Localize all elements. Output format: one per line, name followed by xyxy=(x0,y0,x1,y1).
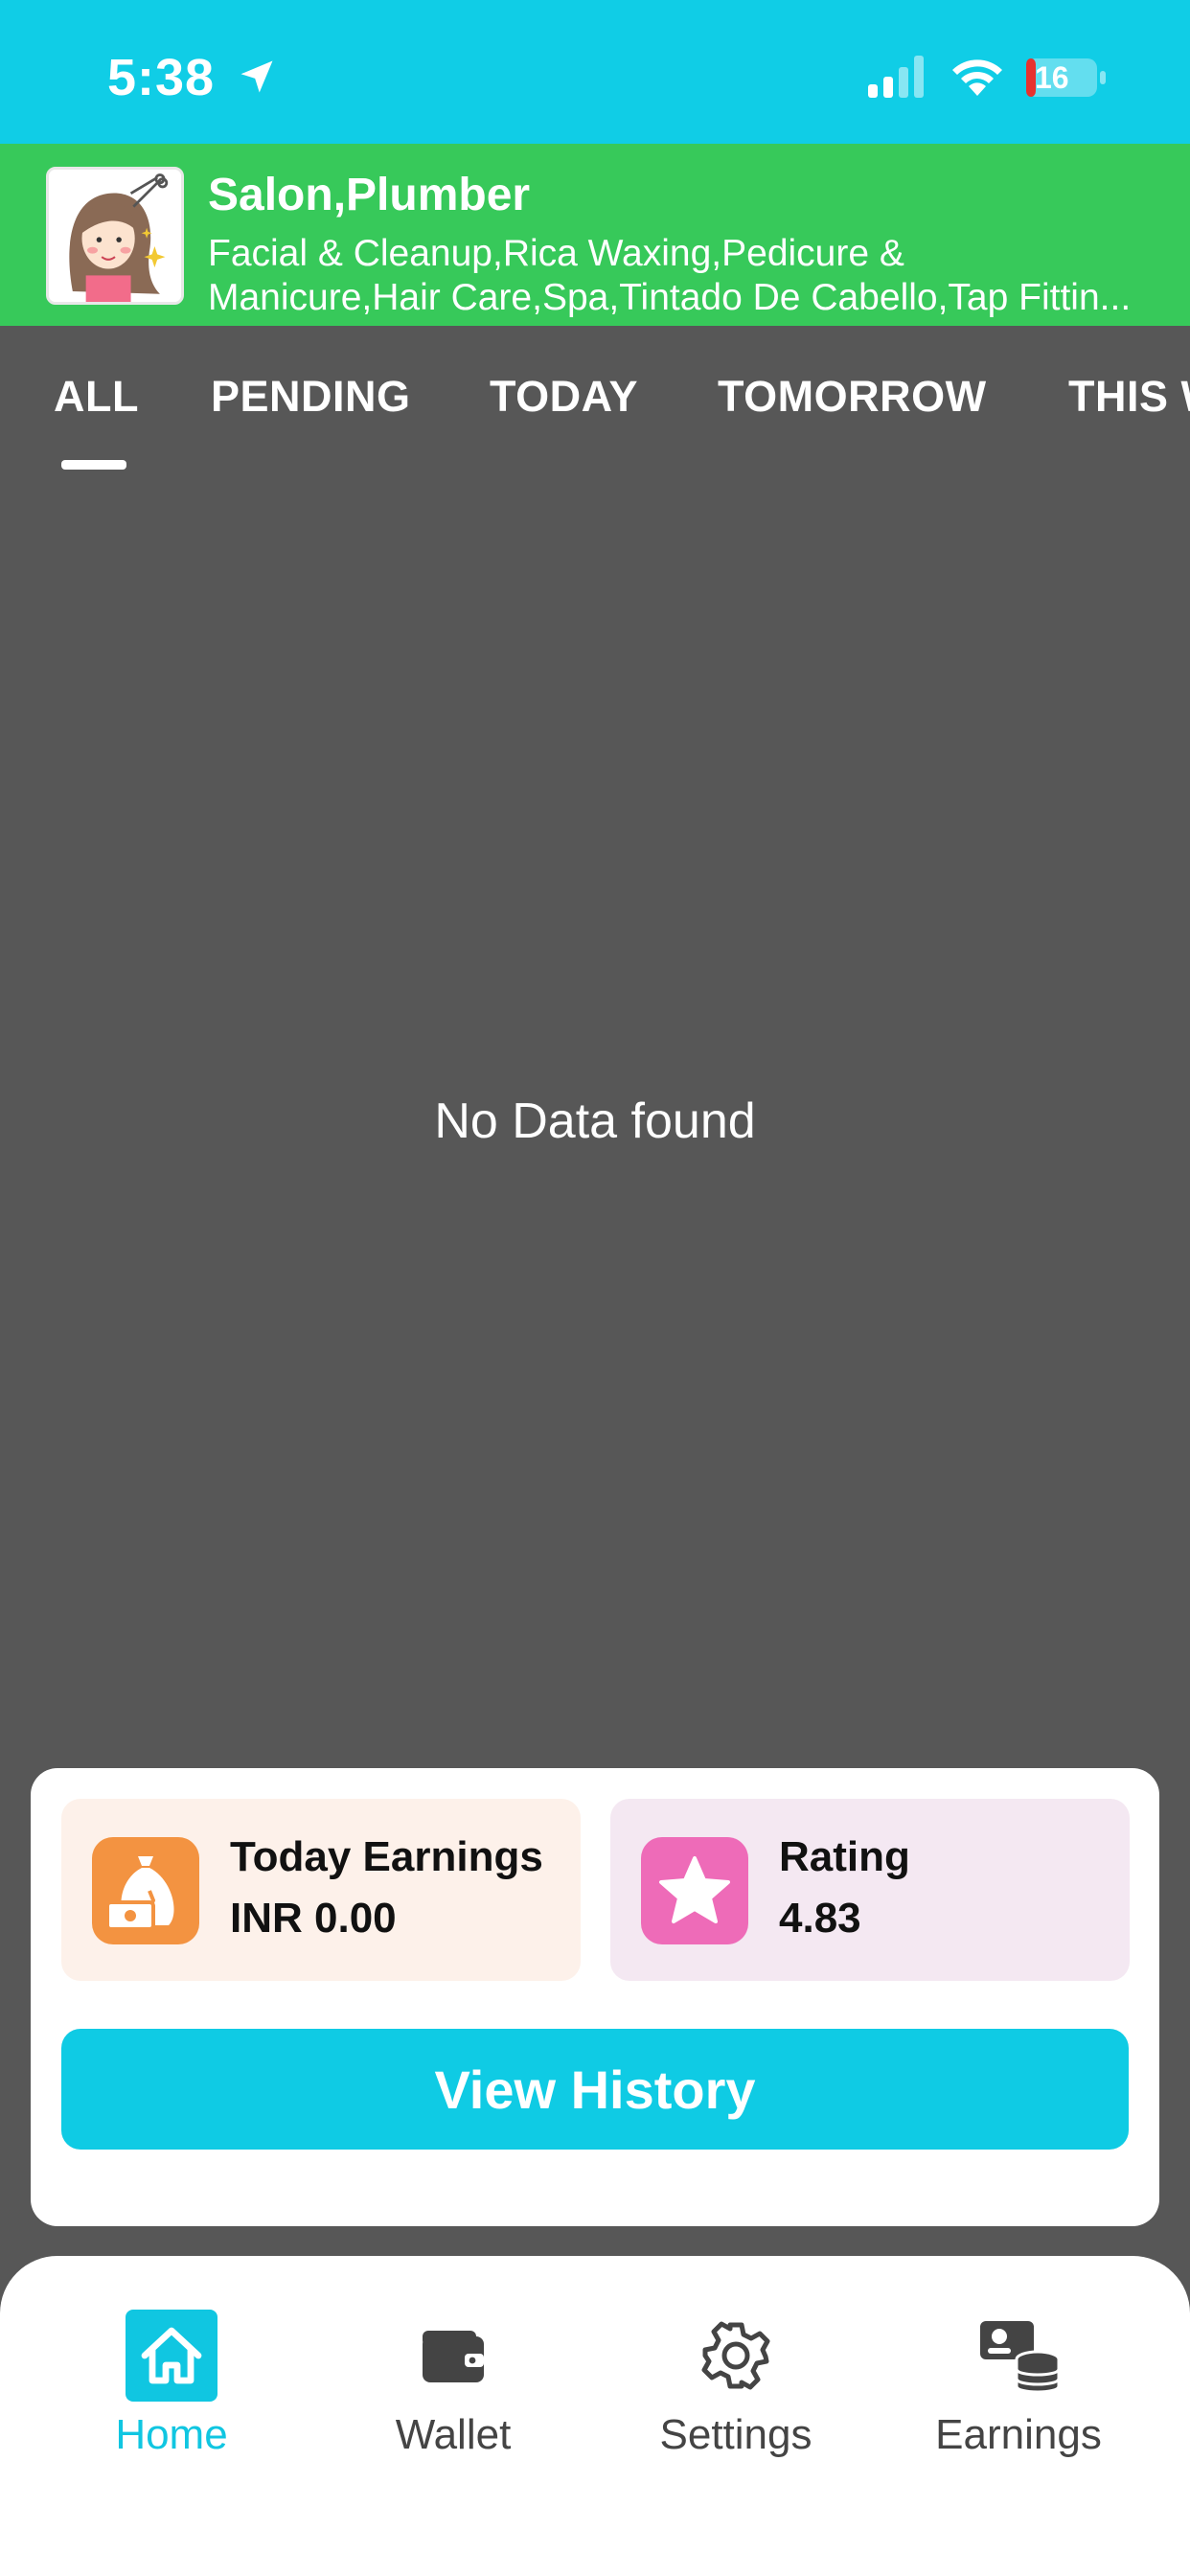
tab-pending[interactable]: PENDING xyxy=(211,372,411,422)
empty-state-message: No Data found xyxy=(434,1093,756,1149)
summary-card: Today Earnings INR 0.00 Rating 4.83 View… xyxy=(31,1768,1159,2226)
bottom-nav: Home Wallet Settings Earnings xyxy=(0,2256,1190,2576)
money-bag-icon xyxy=(92,1837,199,1944)
gear-icon xyxy=(701,2321,770,2390)
tab-all[interactable]: ALL xyxy=(54,372,139,422)
nav-earnings-label: Earnings xyxy=(935,2411,1102,2458)
tab-today[interactable]: TODAY xyxy=(490,372,638,422)
wifi-icon xyxy=(952,59,1002,96)
nav-earnings[interactable]: Earnings xyxy=(899,2310,1138,2459)
header-subtitle-line1: Facial & Cleanup,Rica Waxing,Pedicure & xyxy=(208,233,904,274)
filter-tabs: ALL PENDING TODAY TOMORROW THIS W xyxy=(0,326,1190,479)
star-icon xyxy=(641,1837,748,1944)
status-time: 5:38 xyxy=(107,49,216,106)
salon-avatar-icon xyxy=(49,170,181,302)
today-earnings-value: INR 0.00 xyxy=(230,1895,397,1942)
header-subtitle-line2: Manicure,Hair Care,Spa,Tintado De Cabell… xyxy=(208,277,1132,318)
today-earnings-label: Today Earnings xyxy=(230,1833,543,1880)
active-tab-indicator xyxy=(61,460,126,470)
rating-label: Rating xyxy=(779,1833,910,1880)
avatar[interactable] xyxy=(46,167,184,305)
location-arrow-icon xyxy=(240,60,273,93)
view-history-button[interactable]: View History xyxy=(61,2029,1129,2150)
wallet-icon xyxy=(423,2331,484,2382)
nav-wallet[interactable]: Wallet xyxy=(333,2310,573,2459)
nav-home[interactable]: Home xyxy=(52,2310,291,2459)
earnings-icon xyxy=(980,2321,1061,2394)
status-bar: 5:38 16 xyxy=(0,0,1190,144)
nav-settings[interactable]: Settings xyxy=(616,2310,856,2459)
header-title: Salon,Plumber xyxy=(208,170,531,220)
home-icon xyxy=(126,2310,217,2402)
header-subtitle: Facial & Cleanup,Rica Waxing,Pedicure & … xyxy=(208,232,1176,320)
tab-tomorrow[interactable]: TOMORROW xyxy=(718,372,987,422)
rating-value: 4.83 xyxy=(779,1895,861,1942)
nav-settings-label: Settings xyxy=(659,2411,812,2458)
cellular-signal-icon xyxy=(868,56,924,98)
rating-box[interactable]: Rating 4.83 xyxy=(610,1799,1130,1981)
battery-level: 16 xyxy=(1035,60,1069,95)
nav-home-label: Home xyxy=(115,2411,228,2458)
tab-this-week[interactable]: THIS W xyxy=(1068,372,1190,422)
app-header: Salon,Plumber Facial & Cleanup,Rica Waxi… xyxy=(0,144,1190,326)
today-earnings-box[interactable]: Today Earnings INR 0.00 xyxy=(61,1799,581,1981)
nav-wallet-label: Wallet xyxy=(395,2411,512,2458)
